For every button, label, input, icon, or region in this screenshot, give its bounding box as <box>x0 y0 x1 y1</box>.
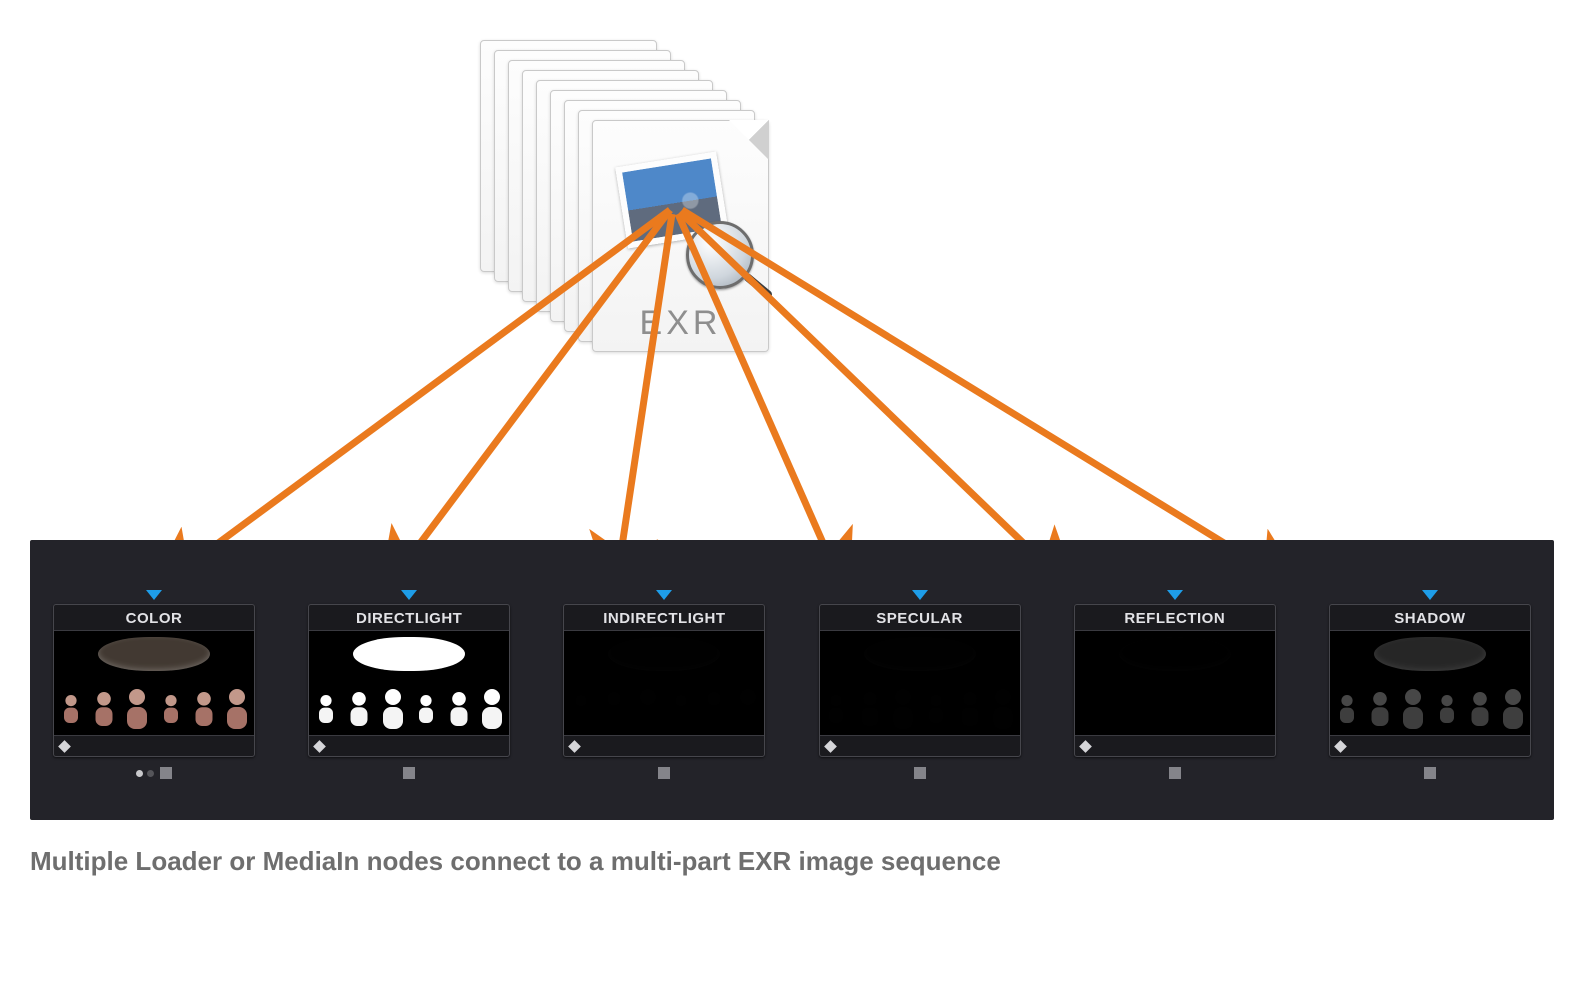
keyframe-diamond-icon[interactable] <box>824 740 837 753</box>
input-arrow-icon <box>401 590 417 600</box>
node-thumbnail <box>820 631 1020 735</box>
node-thumbnail <box>54 631 254 735</box>
loader-node[interactable]: COLOR <box>53 604 255 757</box>
keyframe-diamond-icon[interactable] <box>58 740 71 753</box>
node-color[interactable]: COLOR <box>40 590 268 810</box>
node-thumbnail <box>564 631 764 735</box>
loader-node[interactable]: INDIRECTLIGHT <box>563 604 765 757</box>
node-footer <box>1075 735 1275 756</box>
node-title: COLOR <box>54 605 254 631</box>
loader-node[interactable]: REFLECTION <box>1074 604 1276 757</box>
node-footer <box>1330 735 1530 756</box>
node-panel: COLOR DIRECTLIGHT INDIRECTLIGHT SPECULAR REF… <box>30 540 1554 820</box>
loader-node[interactable]: SHADOW <box>1329 604 1531 757</box>
node-output-handles <box>658 767 670 779</box>
output-square-icon[interactable] <box>160 767 172 779</box>
keyframe-diamond-icon[interactable] <box>1079 740 1092 753</box>
figure-caption: Multiple Loader or MediaIn nodes connect… <box>30 846 1001 877</box>
loader-node[interactable]: SPECULAR <box>819 604 1021 757</box>
exr-file-stack: EXR <box>480 40 800 340</box>
node-specular[interactable]: SPECULAR <box>806 590 1034 810</box>
node-title: INDIRECTLIGHT <box>564 605 764 631</box>
node-output-handles <box>1424 767 1436 779</box>
file-format-label: EXR <box>593 304 768 343</box>
node-title: SPECULAR <box>820 605 1020 631</box>
input-arrow-icon <box>656 590 672 600</box>
node-title: REFLECTION <box>1075 605 1275 631</box>
output-square-icon[interactable] <box>914 767 926 779</box>
keyframe-diamond-icon[interactable] <box>313 740 326 753</box>
node-footer <box>54 735 254 756</box>
node-footer <box>309 735 509 756</box>
node-title: SHADOW <box>1330 605 1530 631</box>
node-thumbnail <box>1075 631 1275 735</box>
loader-node[interactable]: DIRECTLIGHT <box>308 604 510 757</box>
node-thumbnail <box>309 631 509 735</box>
keyframe-diamond-icon[interactable] <box>1334 740 1347 753</box>
front-page-icon: EXR <box>592 120 769 352</box>
input-arrow-icon <box>912 590 928 600</box>
node-reflection[interactable]: REFLECTION <box>1061 590 1289 810</box>
input-arrow-icon <box>1167 590 1183 600</box>
input-arrow-icon <box>1422 590 1438 600</box>
pager-dots <box>136 770 154 777</box>
keyframe-diamond-icon[interactable] <box>569 740 582 753</box>
node-output-handles <box>136 767 172 779</box>
node-title: DIRECTLIGHT <box>309 605 509 631</box>
node-shadow[interactable]: SHADOW <box>1316 590 1544 810</box>
node-footer <box>564 735 764 756</box>
node-output-handles <box>914 767 926 779</box>
node-indirectlight[interactable]: INDIRECTLIGHT <box>550 590 778 810</box>
node-directlight[interactable]: DIRECTLIGHT <box>295 590 523 810</box>
magnifier-icon <box>686 221 754 289</box>
node-thumbnail <box>1330 631 1530 735</box>
node-output-handles <box>1169 767 1181 779</box>
node-footer <box>820 735 1020 756</box>
node-output-handles <box>403 767 415 779</box>
output-square-icon[interactable] <box>403 767 415 779</box>
output-square-icon[interactable] <box>1169 767 1181 779</box>
input-arrow-icon <box>146 590 162 600</box>
output-square-icon[interactable] <box>658 767 670 779</box>
output-square-icon[interactable] <box>1424 767 1436 779</box>
